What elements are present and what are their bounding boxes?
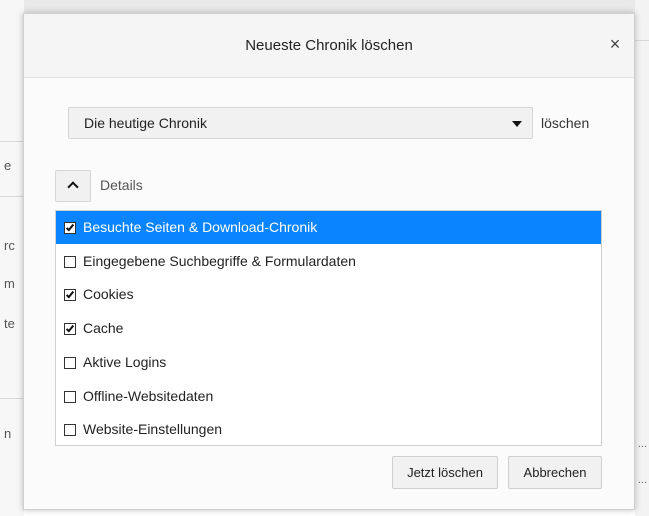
background-text: te xyxy=(4,316,15,331)
background-right-strip: ... ... xyxy=(635,0,649,516)
history-item-row[interactable]: Offline-Websitedaten xyxy=(56,380,601,413)
background-text: rc xyxy=(4,238,15,253)
history-item-label: Besuchte Seiten & Download-Chronik xyxy=(83,219,318,235)
background-text: ... xyxy=(637,474,647,486)
history-item-row[interactable]: Besuchte Seiten & Download-Chronik xyxy=(56,211,601,244)
history-item-row[interactable]: Aktive Logins xyxy=(56,346,601,379)
checkmark-icon xyxy=(65,323,75,333)
history-item-label: Cookies xyxy=(83,286,134,303)
checkbox-unchecked-icon[interactable] xyxy=(64,255,76,268)
checkmark-icon xyxy=(65,222,75,232)
background-text: n xyxy=(4,426,12,441)
background-divider xyxy=(0,141,24,142)
history-item-label: Cache xyxy=(83,320,124,337)
close-icon[interactable]: × xyxy=(604,33,626,55)
time-range-select[interactable]: Die heutige Chronik xyxy=(68,107,533,139)
checkbox-unchecked-icon[interactable] xyxy=(64,356,76,369)
history-item-label: Offline-Websitedaten xyxy=(83,387,214,404)
background-divider xyxy=(635,40,649,41)
history-items-list: Besuchte Seiten & Download-Chronik Eingeg… xyxy=(55,210,602,446)
history-item-row[interactable]: Cache xyxy=(56,312,601,345)
history-item-label: Aktive Logins xyxy=(83,353,167,370)
dialog-title: Neueste Chronik löschen xyxy=(245,37,413,54)
clear-now-button[interactable]: Jetzt löschen xyxy=(392,456,498,489)
chevron-up-icon xyxy=(67,181,79,193)
background-divider xyxy=(0,196,24,197)
history-item-label: Website-Einstellungen xyxy=(83,421,223,438)
checkbox-unchecked-icon[interactable] xyxy=(64,424,76,437)
checkmark-icon xyxy=(65,290,75,299)
checkbox-unchecked-icon[interactable] xyxy=(64,390,76,403)
checkbox-checked-icon[interactable] xyxy=(64,222,76,234)
background-left-strip: e rc m te n xyxy=(0,0,24,516)
background-text: e xyxy=(4,158,12,173)
checkbox-checked-icon[interactable] xyxy=(64,323,76,336)
details-label[interactable]: Details xyxy=(100,177,143,193)
clear-history-dialog: Neueste Chronik löschen × Die heutige Ch… xyxy=(23,13,635,510)
background-text: ... xyxy=(637,438,647,450)
details-toggle-button[interactable] xyxy=(55,170,91,202)
time-range-value: Die heutige Chronik xyxy=(84,115,207,131)
dropdown-arrow-icon xyxy=(512,121,522,127)
background-top-bar xyxy=(0,0,649,13)
cancel-button[interactable]: Abbrechen xyxy=(508,456,602,489)
history-item-row[interactable]: Website-Einstellungen xyxy=(56,413,601,446)
history-item-row[interactable]: Eingegebene Suchbegriffe & Formulardaten xyxy=(56,245,601,278)
time-range-suffix: löschen xyxy=(541,115,590,131)
history-item-label: Eingegebene Suchbegriffe & Formulardaten xyxy=(83,252,356,269)
checkbox-checked-icon[interactable] xyxy=(64,289,76,302)
background-text: m xyxy=(4,276,15,291)
dialog-title-bar: Neueste Chronik löschen × xyxy=(24,14,634,78)
history-item-row[interactable]: Cookies xyxy=(56,278,601,311)
background-divider xyxy=(0,398,24,399)
